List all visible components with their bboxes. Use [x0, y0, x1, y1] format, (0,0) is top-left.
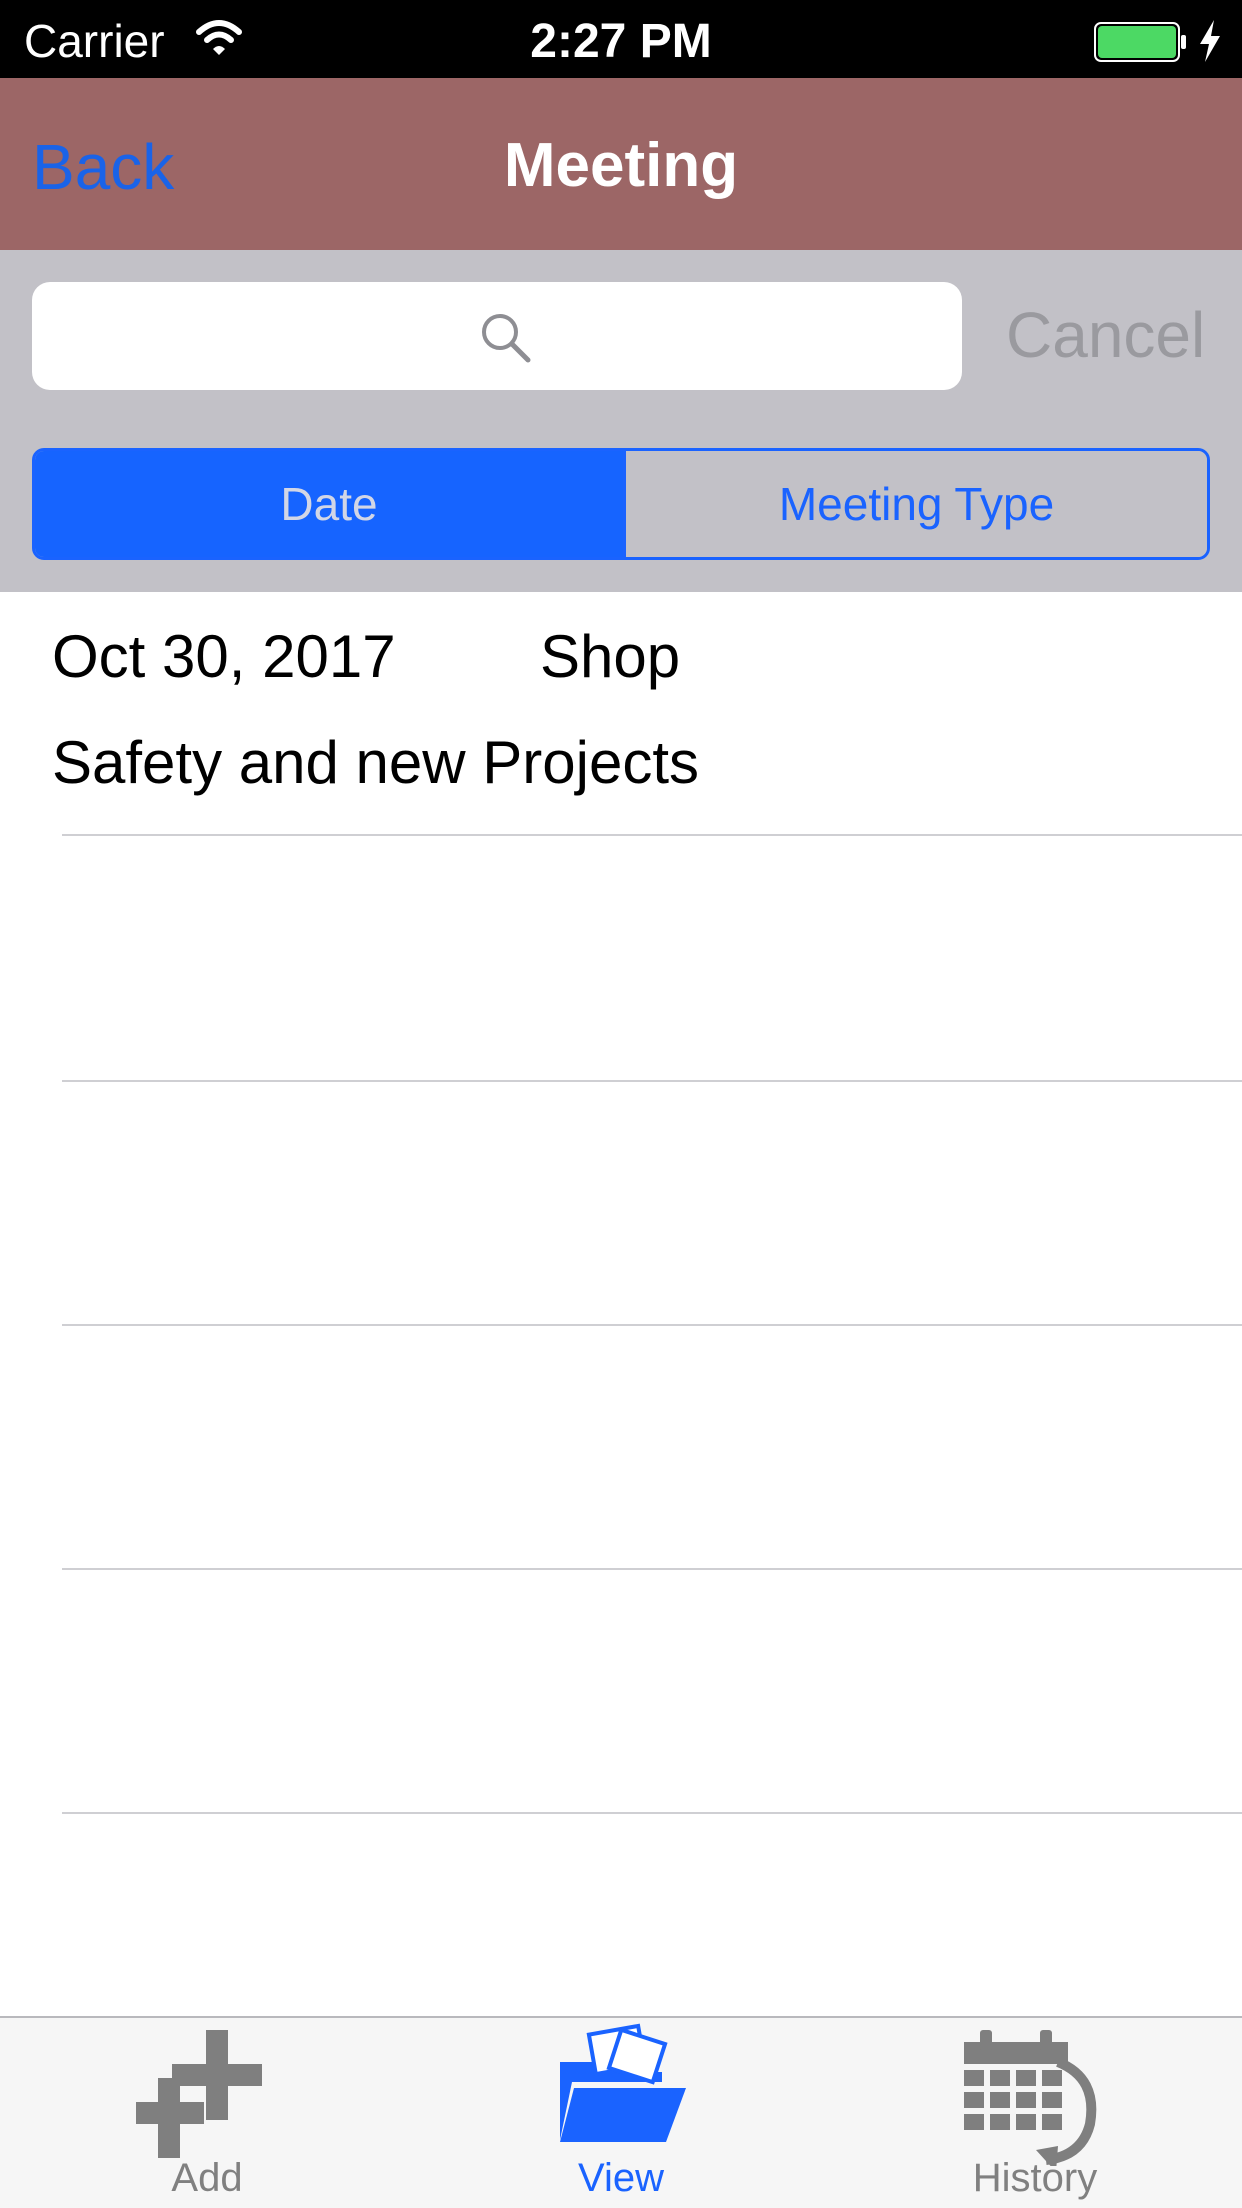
charging-bolt-icon: [1200, 20, 1220, 62]
folder-icon: [560, 2023, 686, 2142]
meeting-list: Oct 30, 2017 Shop Safety and new Project…: [0, 592, 1242, 2016]
meeting-date: Oct 30, 2017: [52, 623, 396, 690]
page-title: Meeting: [503, 131, 739, 200]
status-time: 2:27 PM: [530, 15, 712, 68]
row-separator: [62, 1812, 1242, 1814]
row-separator: [62, 834, 1242, 836]
meeting-description: Safety and new Projects: [52, 729, 700, 796]
status-bar: Carrier 2:27 PM: [0, 0, 1242, 78]
row-separator: [62, 1324, 1242, 1326]
list-item[interactable]: Oct 30, 2017 Shop Safety and new Project…: [0, 592, 1242, 836]
nav-bar: Back Meeting: [0, 78, 1242, 250]
segment-meeting-type[interactable]: Meeting Type: [623, 451, 1207, 557]
search-field[interactable]: [32, 282, 962, 390]
add-icon: [136, 2030, 262, 2158]
cancel-button[interactable]: Cancel: [1006, 298, 1205, 372]
search-area: Cancel Date Meeting Type: [0, 250, 1242, 592]
tab-view[interactable]: View: [414, 2018, 828, 2208]
meeting-type: Shop: [540, 623, 681, 690]
segment-date[interactable]: Date: [35, 451, 623, 557]
calendar-history-icon: [964, 2030, 1097, 2166]
battery-icon: [1094, 22, 1186, 62]
sort-segmented-control: Date Meeting Type: [32, 448, 1210, 560]
tab-add[interactable]: Add: [0, 2018, 414, 2208]
row-separator: [62, 1568, 1242, 1570]
tab-bar: Add View History: [0, 2016, 1242, 2208]
search-input[interactable]: [32, 282, 962, 390]
row-separator: [62, 1080, 1242, 1082]
tab-view-label: View: [578, 2156, 664, 2200]
tab-history-label: History: [972, 2156, 1098, 2200]
tab-history[interactable]: History: [828, 2018, 1242, 2208]
